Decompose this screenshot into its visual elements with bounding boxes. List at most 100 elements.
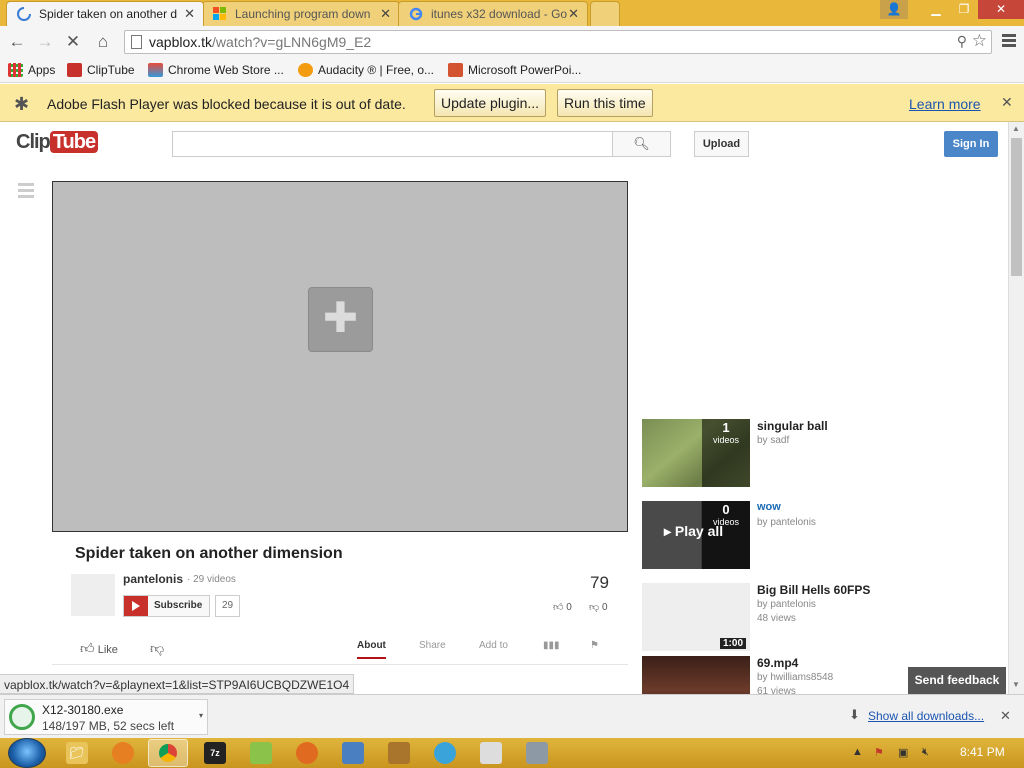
restore-button[interactable]: ❐ bbox=[950, 0, 978, 19]
guide-menu-icon[interactable] bbox=[18, 183, 34, 201]
network-icon[interactable]: ▣ bbox=[898, 746, 908, 759]
update-plugin-button[interactable]: Update plugin... bbox=[434, 89, 547, 117]
back-arrow-icon[interactable]: ← bbox=[6, 31, 28, 53]
tab-itunes-search[interactable]: itunes x32 download - Go ✕ bbox=[398, 1, 588, 26]
bookmark-audacity[interactable]: Audacity ® | Free, o... bbox=[298, 62, 434, 78]
start-button[interactable] bbox=[8, 738, 46, 768]
home-icon[interactable]: ⌂ bbox=[92, 31, 114, 53]
learn-more-link[interactable]: Learn more bbox=[909, 96, 981, 112]
notepad-icon[interactable] bbox=[250, 742, 272, 764]
tab-about[interactable]: About bbox=[357, 640, 386, 659]
7zip-icon[interactable]: 7z bbox=[204, 742, 226, 764]
minimize-button[interactable]: ▁ bbox=[922, 0, 950, 19]
page-scrollbar[interactable]: ▲ ▼ bbox=[1008, 122, 1024, 694]
plugin-puzzle-icon: ✱ bbox=[14, 94, 30, 114]
settings-gear-icon[interactable] bbox=[526, 742, 548, 764]
bookmark-powerpoint[interactable]: Microsoft PowerPoi... bbox=[448, 62, 581, 78]
audacity-icon bbox=[298, 63, 313, 77]
tab-close-icon[interactable]: ✕ bbox=[380, 2, 391, 26]
upload-button[interactable]: Upload bbox=[694, 131, 749, 157]
like-button[interactable]: 👍︎ Like bbox=[80, 640, 118, 657]
tray-expand-icon[interactable]: ▲ bbox=[852, 746, 863, 758]
sign-in-button[interactable]: Sign In bbox=[944, 131, 998, 157]
download-filename: X12-30180.exe bbox=[42, 703, 124, 717]
video-thumbnail[interactable] bbox=[642, 656, 750, 694]
tab-add-to[interactable]: Add to bbox=[479, 640, 508, 651]
chrome-icon[interactable] bbox=[148, 739, 188, 767]
search-input[interactable] bbox=[172, 131, 613, 157]
missing-plugin-icon[interactable]: ✚ bbox=[308, 287, 373, 352]
zoom-icon[interactable]: ⚲ bbox=[957, 33, 967, 50]
send-feedback-button[interactable]: Send feedback bbox=[908, 667, 1006, 694]
action-center-flag-icon[interactable]: ⚑ bbox=[874, 746, 884, 759]
playlist-count-overlay: 1 videos bbox=[702, 419, 750, 487]
scrollbar-thumb[interactable] bbox=[1011, 138, 1022, 276]
list-item[interactable]: 1:00 Big Bill Hells 60FPS by pantelonis … bbox=[642, 583, 992, 651]
tab-share[interactable]: Share bbox=[419, 640, 446, 651]
channel-video-count[interactable]: · 29 videos bbox=[187, 574, 236, 585]
address-url[interactable]: vapblox.tk/watch?v=gLNN6gM9_E2 bbox=[149, 34, 371, 50]
tab-strip: Spider taken on another d ✕ Launching pr… bbox=[0, 0, 1024, 26]
address-bar[interactable]: vapblox.tk/watch?v=gLNN6gM9_E2 ⚲ ☆ bbox=[124, 30, 992, 54]
stats-icon[interactable]: ▮▮▮ bbox=[543, 640, 560, 651]
apps-grid-icon bbox=[8, 63, 23, 77]
infobar-close-icon[interactable]: ✕ bbox=[1001, 94, 1013, 111]
video-title: Spider taken on another dimension bbox=[75, 545, 343, 562]
bookmark-cliptube[interactable]: ClipTube bbox=[67, 62, 135, 78]
download-progress-icon bbox=[9, 704, 35, 730]
tab-close-icon[interactable]: ✕ bbox=[568, 2, 579, 26]
scroll-up-arrow-icon[interactable]: ▲ bbox=[1012, 124, 1020, 133]
avatar[interactable] bbox=[71, 574, 115, 616]
search-button[interactable]: 🔍︎ bbox=[612, 131, 671, 157]
calculator-icon[interactable] bbox=[480, 742, 502, 764]
run-this-time-button[interactable]: Run this time bbox=[557, 89, 653, 117]
cliptube-logo[interactable]: Clip Tube bbox=[16, 131, 99, 154]
chevron-down-icon[interactable]: ▾ bbox=[199, 711, 203, 720]
video-title-link[interactable]: Big Bill Hells 60FPS bbox=[757, 583, 870, 597]
bookmark-webstore[interactable]: Chrome Web Store ... bbox=[148, 62, 284, 78]
list-item[interactable]: 1 videos singular ball by sadf bbox=[642, 419, 992, 487]
playlist-title[interactable]: singular ball bbox=[757, 419, 828, 433]
paint-icon[interactable] bbox=[388, 742, 410, 764]
playlist-title[interactable]: wow bbox=[757, 501, 781, 513]
video-thumbnail[interactable]: 1:00 bbox=[642, 583, 750, 651]
bookmark-apps[interactable]: Apps bbox=[8, 62, 55, 78]
google-logo-icon bbox=[409, 7, 423, 21]
list-item[interactable]: 0 videos ▸ Play all wow by pantelonis bbox=[642, 501, 992, 569]
tab-launching-program[interactable]: Launching program down ✕ bbox=[202, 1, 400, 26]
view-count: 79 bbox=[590, 573, 609, 592]
chrome-menu-icon[interactable] bbox=[1002, 34, 1016, 49]
flag-icon[interactable]: ⚑ bbox=[590, 640, 599, 651]
play-logo-icon bbox=[124, 596, 148, 616]
close-shelf-icon[interactable]: ✕ bbox=[1000, 708, 1011, 724]
browser-globe-icon[interactable] bbox=[434, 742, 456, 764]
play-all-button[interactable]: ▸ Play all bbox=[664, 523, 723, 540]
user-icon[interactable]: 👤 bbox=[880, 0, 908, 19]
file-explorer-icon[interactable]: 📁︎ bbox=[66, 742, 88, 764]
dislike-button[interactable]: 👎︎ bbox=[150, 640, 164, 657]
subscribe-button[interactable]: Subscribe bbox=[123, 595, 211, 617]
channel-name-link[interactable]: pantelonis bbox=[123, 572, 183, 586]
tab-spider-video[interactable]: Spider taken on another d ✕ bbox=[6, 1, 204, 26]
scroll-down-arrow-icon[interactable]: ▼ bbox=[1012, 680, 1020, 689]
page-content: Clip Tube 🔍︎ Upload Sign In ✚ Spider take… bbox=[0, 122, 1008, 694]
video-player[interactable]: ✚ bbox=[52, 181, 628, 532]
taskbar-clock[interactable]: 8:41 PM bbox=[960, 745, 1005, 759]
search-app-icon[interactable] bbox=[296, 742, 318, 764]
tab-close-icon[interactable]: ✕ bbox=[184, 2, 195, 26]
download-item[interactable]: X12-30180.exe 148/197 MB, 52 secs left ▾ bbox=[4, 699, 208, 735]
video-title-link[interactable]: 69.mp4 bbox=[757, 656, 798, 670]
download-arrow-icon: ⬇ bbox=[849, 707, 860, 722]
like-count: 👍︎ 0 bbox=[553, 602, 572, 613]
volume-muted-icon[interactable]: 🔇︎ bbox=[922, 746, 929, 759]
new-tab-button[interactable] bbox=[590, 1, 620, 26]
bookmark-star-icon[interactable]: ☆ bbox=[972, 31, 987, 51]
forward-arrow-icon[interactable]: → bbox=[34, 31, 56, 53]
close-window-button[interactable]: ✕ bbox=[978, 0, 1024, 19]
monitor-icon[interactable] bbox=[342, 742, 364, 764]
stop-loading-icon[interactable]: ✕ bbox=[62, 31, 84, 53]
firefox-icon[interactable] bbox=[112, 742, 134, 764]
show-all-downloads-link[interactable]: Show all downloads... bbox=[868, 709, 984, 723]
video-thumbnail[interactable]: 1 videos bbox=[642, 419, 750, 487]
video-thumbnail[interactable]: 0 videos ▸ Play all bbox=[642, 501, 750, 569]
